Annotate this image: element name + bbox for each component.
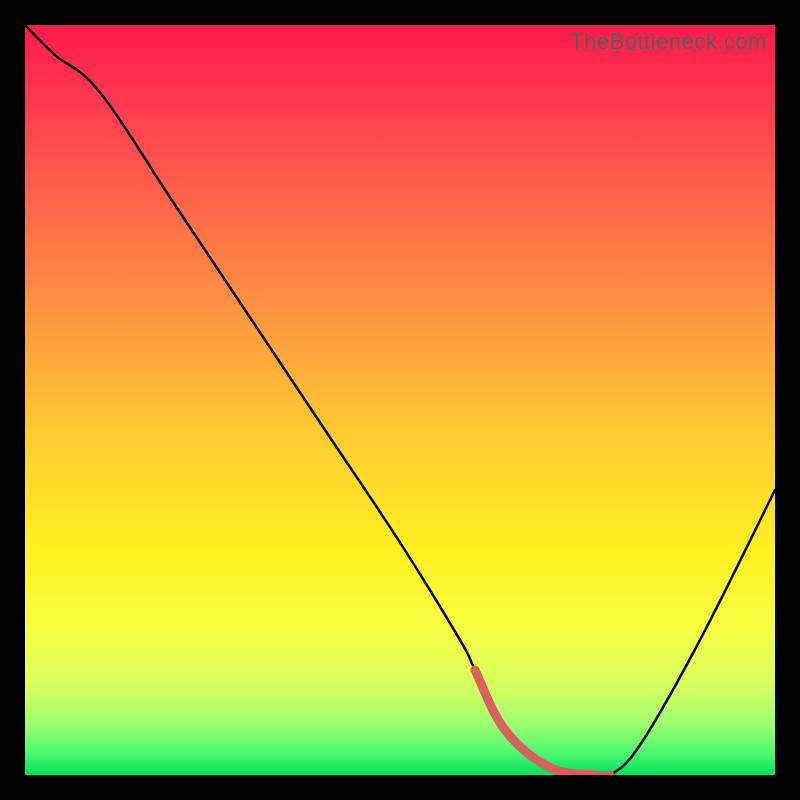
- bottleneck-highlight-segment: [475, 670, 610, 775]
- chart-frame: TheBottleneck.com: [25, 25, 775, 775]
- watermark-text: TheBottleneck.com: [570, 29, 767, 55]
- bottleneck-curve-line: [25, 25, 775, 775]
- bottleneck-chart: [25, 25, 775, 775]
